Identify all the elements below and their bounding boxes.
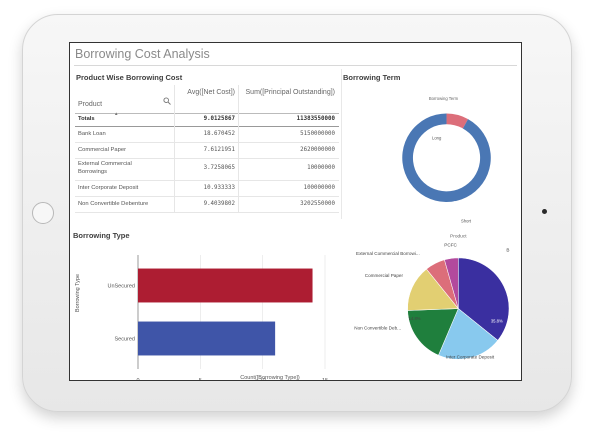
cell-product: Non Convertible Debenture <box>78 201 149 207</box>
pie-label-bl: B <box>506 248 509 253</box>
borrowing-type-title: Borrowing Type <box>73 231 130 240</box>
pie-pct-icd: 20.6% <box>459 375 471 380</box>
pie-title: Product <box>450 234 467 240</box>
dashboard-title: Borrowing Cost Analysis <box>75 47 210 61</box>
bar-category-label: Secured <box>115 337 136 343</box>
pie-pct-cp: 14.8% <box>409 316 421 321</box>
borrowing-term-donut-chart: Borrowing Term 8% 91% Long Short <box>402 96 491 224</box>
table-title: Product Wise Borrowing Cost <box>76 73 183 82</box>
bar-x-tick: 5 <box>199 378 202 381</box>
cell-sum: 10000000 <box>307 165 335 171</box>
bar-y-axis-label: Borrowing Type <box>75 274 81 312</box>
pie-pct-bl: 35.8% <box>491 319 503 324</box>
table-row[interactable]: Bank Loan 18.670452 5150000000 <box>75 126 339 143</box>
pie-label-pcfc: PCFC <box>444 242 457 247</box>
search-icon[interactable] <box>163 97 171 105</box>
pie-pct-ncd: 18% <box>419 356 428 361</box>
bar-unsecured[interactable] <box>138 268 313 303</box>
table-row[interactable]: Non Convertible Debenture 9.4039802 3202… <box>75 196 339 213</box>
donut-slice-short[interactable] <box>402 113 491 203</box>
borrowing-type-bar-chart: Borrowing Type Count([Borrowing Type]) 0… <box>75 255 328 381</box>
borrowing-term-title: Borrowing Term <box>343 73 401 82</box>
panel-divider <box>341 69 342 219</box>
column-header-avg[interactable]: Avg([Net Cost]) <box>176 88 235 97</box>
table-row[interactable]: Inter Corporate Deposit 10.933333 100000… <box>75 180 339 197</box>
donut-short-pct: 91% <box>454 201 462 205</box>
cell-sum: 3202550000 <box>300 201 335 207</box>
table-header-row: Product ▲ Avg([Net Cost]) Sum([Principal… <box>75 85 339 116</box>
donut-long-label: Long <box>432 135 442 140</box>
dashboard-screen: Borrowing Cost Analysis Product Wise Bor… <box>69 42 522 381</box>
cell-avg: 18.670452 <box>203 131 235 137</box>
cell-avg: 7.6121951 <box>203 147 235 153</box>
bar-x-tick: 0 <box>136 378 139 381</box>
totals-sum: 11383550000 <box>296 116 335 122</box>
table-totals-row: Totals 9.0125867 11383550000 <box>75 113 339 127</box>
bar-x-axis-label: Count([Borrowing Type]) <box>240 375 300 381</box>
bar-x-tick: 10 <box>260 378 266 381</box>
table-row[interactable]: External Commercial Borrowings 3.7258065… <box>75 158 339 181</box>
bar-secured[interactable] <box>138 321 276 356</box>
column-divider <box>174 85 175 212</box>
pie-label-cp: Commercial Paper <box>365 273 404 278</box>
home-button[interactable] <box>32 202 54 224</box>
title-divider <box>74 65 517 66</box>
cell-sum: 5150000000 <box>300 131 335 137</box>
cell-avg: 3.7258065 <box>203 165 235 171</box>
cell-sum: 100000000 <box>303 185 335 191</box>
pie-label-ecb: External Commercial Borrowi... <box>356 251 420 256</box>
cell-sum: 2620000000 <box>300 147 335 153</box>
cell-product: External Commercial Borrowings <box>78 161 132 175</box>
table-row[interactable]: Commercial Paper 7.6121951 2620000000 <box>75 142 339 159</box>
column-header-product[interactable]: Product <box>78 101 174 108</box>
pie-label-icd: Inter Corporate Deposit <box>446 354 495 359</box>
cell-avg: 10.933333 <box>203 185 235 191</box>
cell-product: Bank Loan <box>78 131 106 137</box>
column-header-sum[interactable]: Sum([Principal Outstanding]) <box>241 88 335 97</box>
donut-long-pct: 8% <box>444 153 450 157</box>
product-pie-chart: Product External Commercial Borrowi... P… <box>354 234 509 380</box>
bar-x-tick: 15 <box>322 378 328 381</box>
totals-avg: 9.0125867 <box>203 116 235 122</box>
column-divider <box>238 85 239 212</box>
pie-label-ncd: Non Convertible Deb... <box>354 326 401 331</box>
bar-category-label: UnSecured <box>107 284 135 290</box>
donut-subtitle: Borrowing Term <box>429 96 459 101</box>
camera-icon <box>542 209 547 214</box>
donut-short-label: Short <box>461 219 472 224</box>
cell-product: Inter Corporate Deposit <box>78 185 139 191</box>
cell-product: Commercial Paper <box>78 147 126 153</box>
cell-avg: 9.4039802 <box>203 201 235 207</box>
totals-label: Totals <box>78 116 95 122</box>
